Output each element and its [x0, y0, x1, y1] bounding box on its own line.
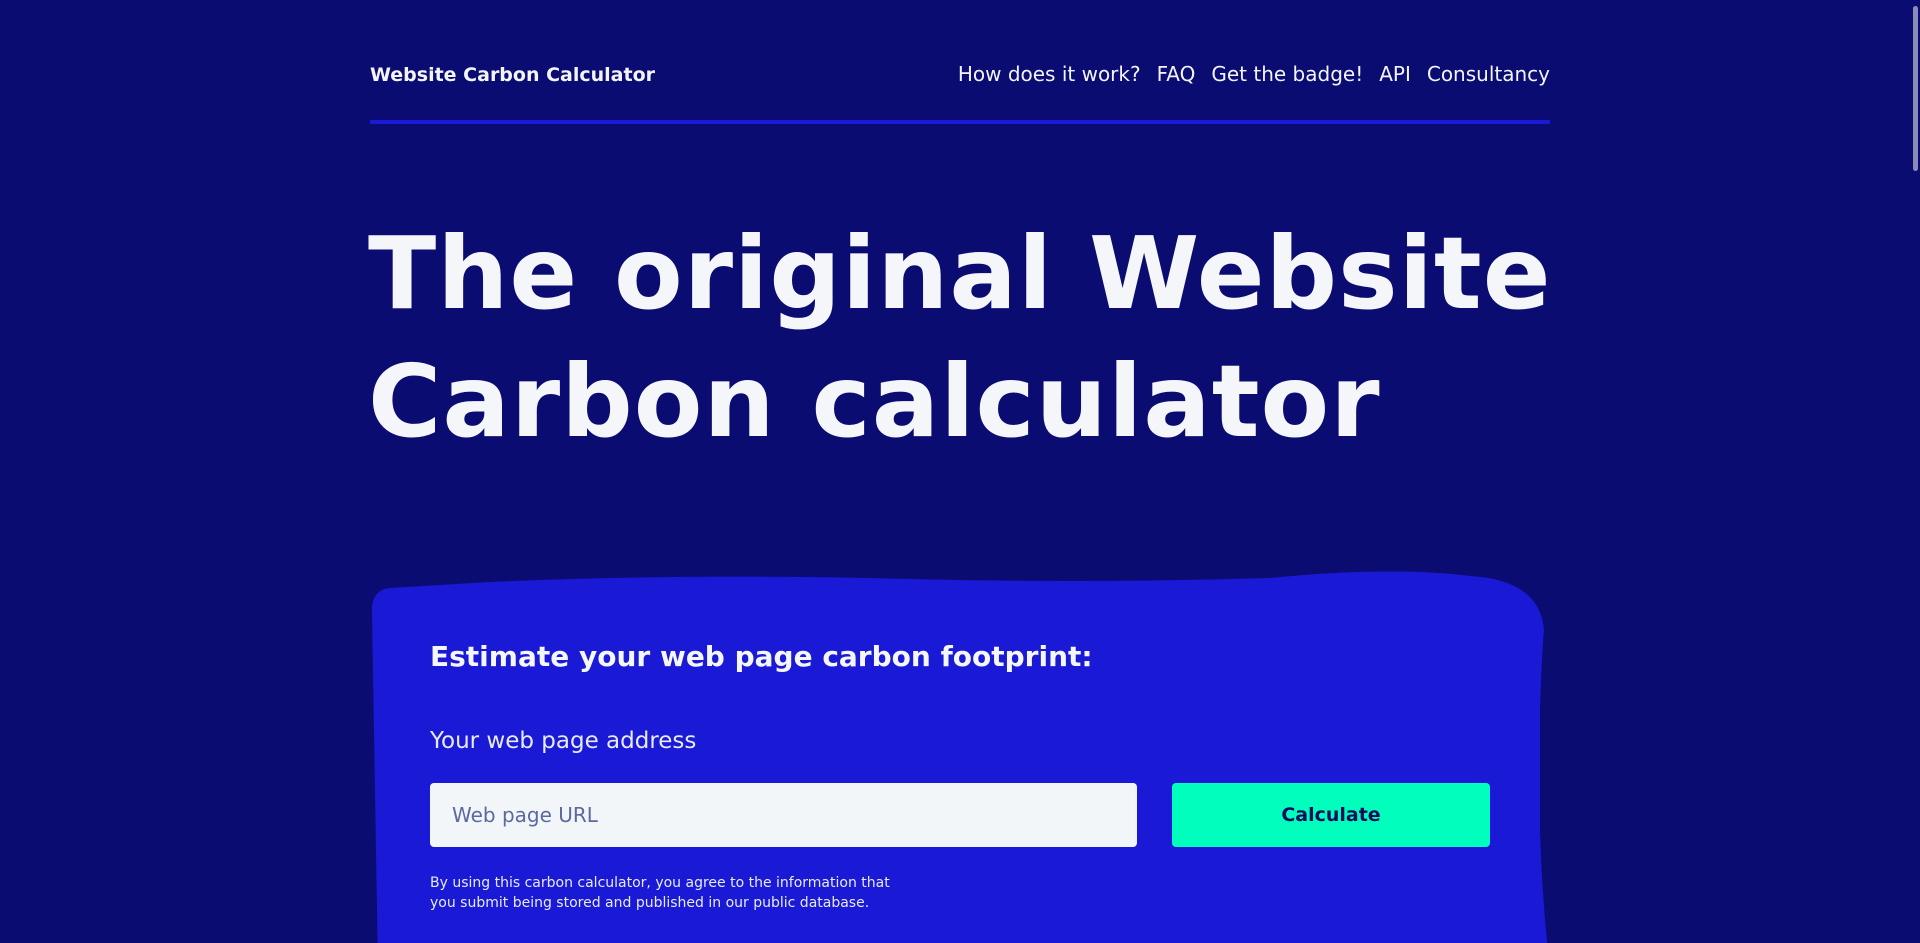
url-label: Your web page address [430, 728, 697, 754]
calculate-button[interactable]: Calculate [1172, 783, 1490, 847]
brand-link[interactable]: Website Carbon Calculator [370, 64, 655, 86]
nav-link-api[interactable]: API [1379, 62, 1411, 86]
site-header: Website Carbon Calculator How does it wo… [370, 56, 1550, 124]
carbon-calculator-form: Estimate your web page carbon footprint:… [430, 640, 1490, 911]
page: Website Carbon Calculator How does it wo… [0, 0, 1920, 943]
hero-title-line-1: The original Website [368, 215, 1552, 332]
scrollbar[interactable] [1910, 0, 1920, 943]
url-input[interactable] [430, 783, 1137, 847]
nav-link-faq[interactable]: FAQ [1157, 62, 1196, 86]
nav-link-badge[interactable]: Get the badge! [1211, 62, 1363, 86]
nav-link-how-it-works[interactable]: How does it work? [958, 62, 1141, 86]
hero-title: The original Website Carbon calculator [368, 210, 1568, 466]
form-heading: Estimate your web page carbon footprint: [430, 640, 1093, 673]
scrollbar-thumb[interactable] [1913, 6, 1918, 171]
main-nav: How does it work? FAQ Get the badge! API… [958, 62, 1550, 86]
hero-title-line-2: Carbon calculator [368, 343, 1381, 460]
disclaimer-text: By using this carbon calculator, you agr… [430, 875, 890, 911]
nav-link-consultancy[interactable]: Consultancy [1427, 62, 1550, 86]
